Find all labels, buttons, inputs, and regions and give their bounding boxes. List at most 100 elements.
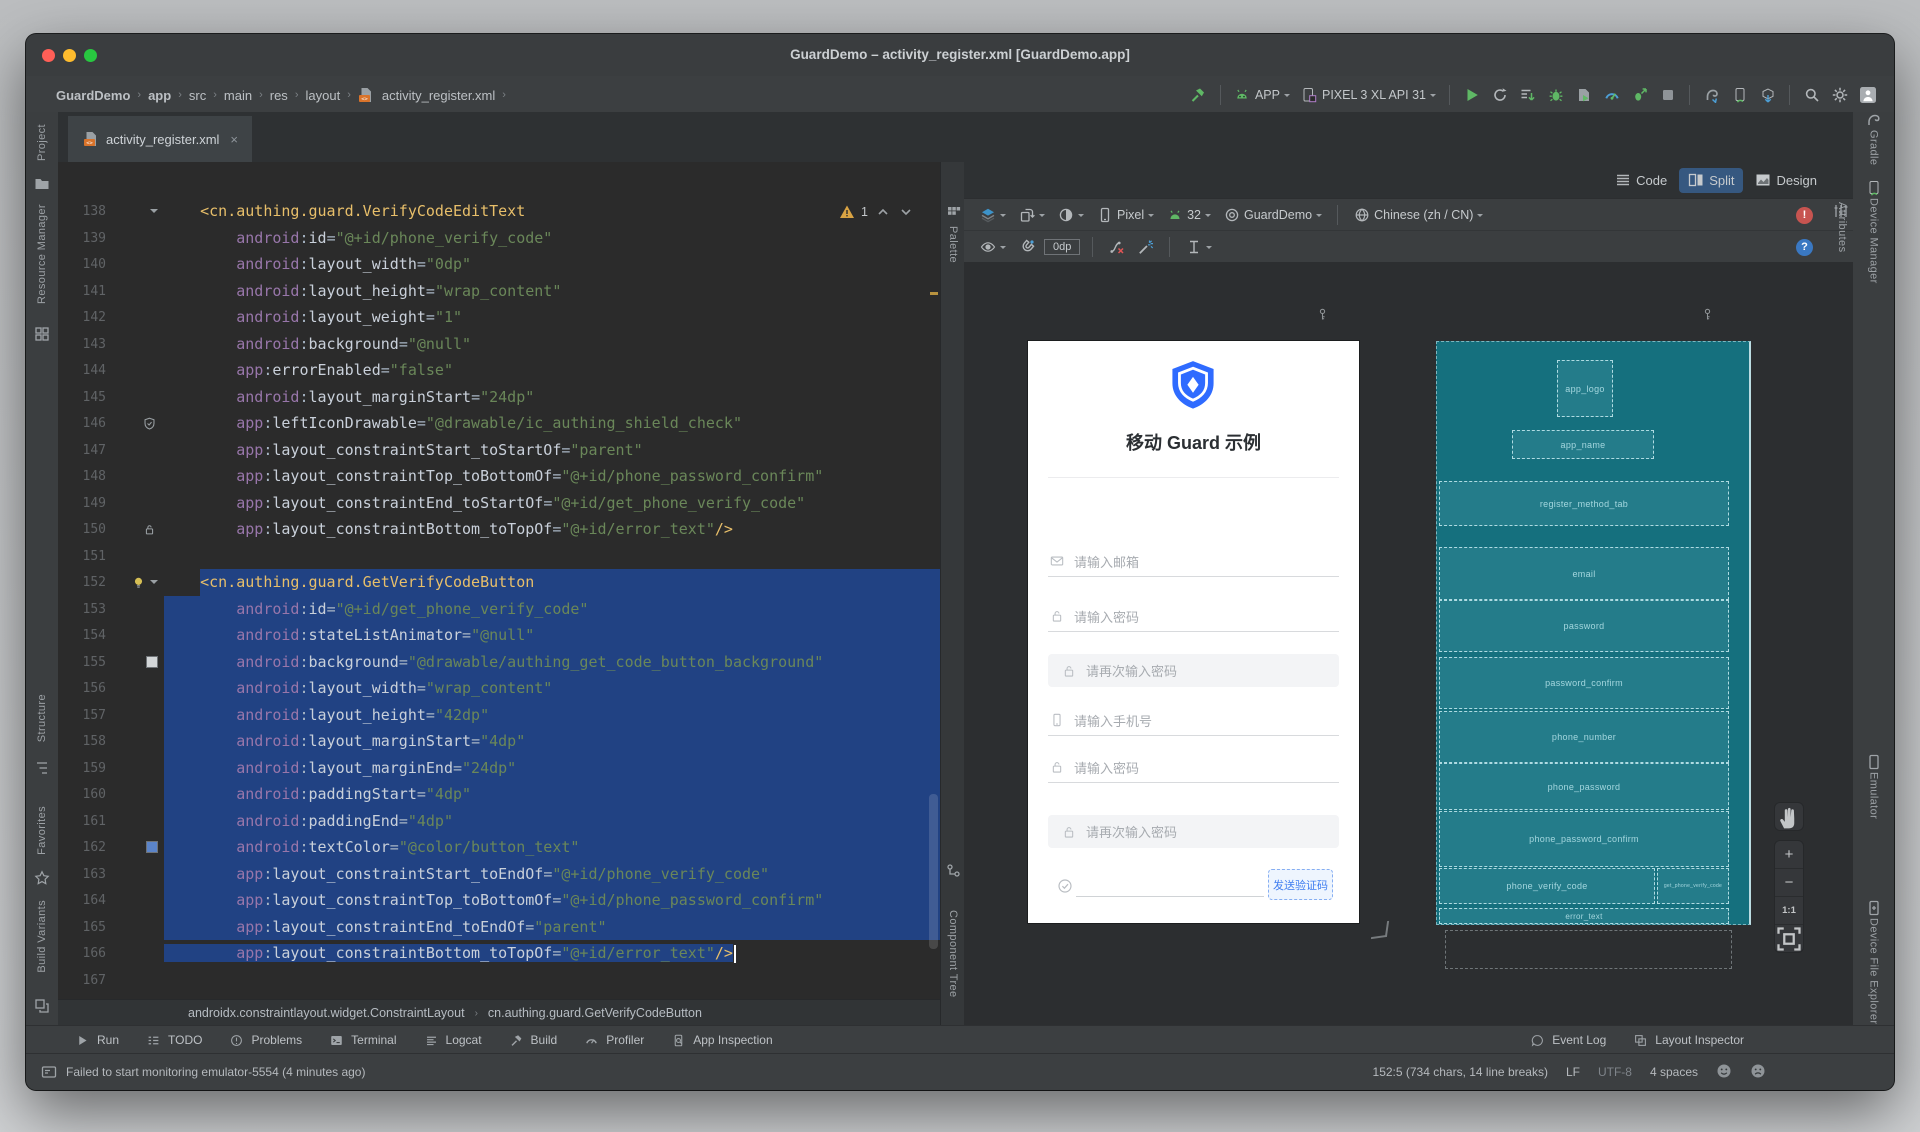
breadcrumb-file[interactable]: activity_register.xml [382, 88, 495, 103]
api-level-selector[interactable]: 32 [1163, 205, 1214, 226]
blueprint-view-error_text[interactable]: error_text [1439, 908, 1729, 924]
blueprint-view-register_method_tab[interactable]: register_method_tab [1439, 481, 1729, 526]
profile-avatar[interactable] [1855, 84, 1880, 107]
breadcrumb-item[interactable]: layout [305, 88, 340, 103]
pan-control[interactable] [1774, 802, 1804, 831]
palette-tab[interactable]: Palette [947, 226, 959, 263]
code-line[interactable]: 146 app:leftIconDrawable="@drawable/ic_a… [58, 410, 940, 437]
blueprint-view-phone_number[interactable]: phone_number [1439, 711, 1729, 763]
tool-window-logcat[interactable]: Logcat [423, 1032, 482, 1049]
code-line[interactable]: 163 app:layout_constraintStart_toEndOf="… [58, 861, 940, 888]
breadcrumb-item[interactable]: GuardDemo [56, 88, 130, 103]
code-line[interactable]: 153 android:id="@+id/get_phone_verify_co… [58, 596, 940, 623]
next-warning-icon[interactable] [897, 203, 914, 220]
blueprint-view-phone_password[interactable]: phone_password [1439, 763, 1729, 810]
code-line[interactable]: 155 android:background="@drawable/authin… [58, 649, 940, 676]
run-button[interactable] [1459, 84, 1484, 107]
breadcrumb-item[interactable]: res [270, 88, 288, 103]
code-line[interactable]: 167 [58, 967, 940, 994]
editor-scrollbar[interactable] [929, 794, 938, 949]
drawable-preview-swatch[interactable] [146, 656, 158, 668]
view-mode-design[interactable]: Design [1747, 168, 1825, 193]
tool-window-terminal[interactable]: Terminal [328, 1032, 396, 1049]
tool-window-todo[interactable]: TODO [145, 1032, 202, 1049]
component-tree-tab[interactable]: Component Tree [947, 910, 959, 998]
tool-window-app-inspection[interactable]: App Inspection [670, 1032, 772, 1049]
status-message[interactable]: Failed to start monitoring emulator-5554… [66, 1065, 365, 1079]
code-line[interactable]: 154 android:stateListAnimator="@null" [58, 622, 940, 649]
xml-breadcrumb-parent[interactable]: androidx.constraintlayout.widget.Constra… [188, 1006, 465, 1020]
blueprint-view-app_name[interactable]: app_name [1512, 430, 1654, 459]
code-line[interactable]: 140 android:layout_width="0dp" [58, 251, 940, 278]
code-line[interactable]: 162 android:textColor="@color/button_tex… [58, 834, 940, 861]
view-options-button[interactable] [976, 237, 1009, 258]
breadcrumb-item[interactable]: main [224, 88, 252, 103]
debug-button[interactable] [1543, 84, 1568, 107]
code-line[interactable]: 156 android:layout_width="wrap_content" [58, 675, 940, 702]
view-mode-split[interactable]: Split [1679, 168, 1742, 193]
warning-stripe-mark[interactable] [930, 292, 938, 295]
run-config-selector[interactable]: APP [1230, 84, 1294, 107]
code-line[interactable]: 149 app:layout_constraintEnd_toStartOf="… [58, 490, 940, 517]
code-line[interactable]: 152 <cn.authing.guard.GetVerifyCodeButto… [58, 569, 940, 596]
blueprint-view-get_phone_verify_code[interactable]: get_phone_verify_code [1657, 868, 1729, 904]
code-line[interactable]: 142 android:layout_weight="1" [58, 304, 940, 331]
blueprint-view-phone_verify_code[interactable]: phone_verify_code [1439, 868, 1655, 904]
sidebar-tab-resource-manager[interactable]: Resource Manager [36, 204, 48, 304]
line-ending-indicator[interactable]: LF [1566, 1065, 1580, 1079]
tool-window-problems[interactable]: Problems [228, 1032, 302, 1049]
design-canvas[interactable]: 移动 Guard 示例 请输入邮箱请输入密码请再次输入密码请输入手机号请输入密码… [964, 262, 1853, 1026]
blueprint-surface[interactable]: app_logoapp_nameregister_method_tabemail… [1436, 341, 1751, 925]
code-line[interactable]: 143 android:background="@null" [58, 331, 940, 358]
profiler-button[interactable] [1599, 84, 1624, 107]
caret-position[interactable]: 152:5 (734 chars, 14 line breaks) [1373, 1065, 1548, 1079]
sidebar-tab-build-variants[interactable]: Build Variants [36, 900, 48, 973]
orientation-selector[interactable] [1015, 205, 1048, 226]
zoom-out-button[interactable]: − [1775, 868, 1803, 896]
gradle-sync-button[interactable] [1699, 84, 1724, 107]
tool-window-event-log[interactable]: Event Log [1529, 1032, 1606, 1049]
sidebar-tab-device-file-explorer[interactable]: Device File Explorer [1868, 918, 1880, 1024]
blueprint-view-phone_password_confirm[interactable]: phone_password_confirm [1439, 811, 1729, 867]
code-line[interactable]: 148 app:layout_constraintTop_toBottomOf=… [58, 463, 940, 490]
sidebar-tab-device-manager[interactable]: Device Manager [1868, 198, 1880, 284]
apply-changes-button[interactable] [1515, 84, 1540, 107]
code-line[interactable]: 141 android:layout_height="wrap_content" [58, 278, 940, 305]
restart-button[interactable] [1487, 84, 1512, 107]
sad-feedback-icon[interactable] [1750, 1063, 1766, 1082]
code-editor[interactable]: 138 <cn.authing.guard.VerifyCodeEditText… [58, 162, 940, 1026]
build-button[interactable] [1186, 84, 1211, 107]
code-line[interactable]: 159 android:layout_marginEnd="24dp" [58, 755, 940, 782]
code-line[interactable]: 164 app:layout_constraintTop_toBottomOf=… [58, 887, 940, 914]
send-code-button[interactable]: 发送验证码 [1268, 869, 1333, 900]
inspections-widget[interactable]: 1 [834, 202, 918, 221]
infer-constraints-button[interactable] [1134, 237, 1157, 258]
blueprint-view-email[interactable]: email [1439, 547, 1729, 600]
close-tab-icon[interactable]: × [230, 132, 238, 147]
breadcrumb-item[interactable]: src [189, 88, 206, 103]
code-line[interactable]: 147 app:layout_constraintStart_toStartOf… [58, 437, 940, 464]
attach-debugger-button[interactable] [1571, 84, 1596, 107]
code-line[interactable]: 151 [58, 543, 940, 570]
color-preview-swatch[interactable] [146, 841, 158, 853]
fold-icon[interactable] [150, 209, 158, 217]
happy-feedback-icon[interactable] [1716, 1063, 1732, 1082]
sdk-manager-button[interactable] [1755, 84, 1780, 107]
default-margin-selector[interactable]: 0dp [1044, 239, 1080, 255]
zoom-to-fit-button[interactable] [1775, 924, 1803, 952]
settings-button[interactable] [1827, 84, 1852, 107]
code-line[interactable]: 160 android:paddingStart="4dp" [58, 781, 940, 808]
code-line[interactable]: 144 app:errorEnabled="false" [58, 357, 940, 384]
error-badge[interactable]: ! [1796, 207, 1813, 224]
device-selector[interactable]: PIXEL 3 XL API 31 [1297, 84, 1440, 107]
blueprint-view-password_confirm[interactable]: password_confirm [1439, 657, 1729, 709]
theme-selector[interactable]: GuardDemo [1220, 205, 1325, 226]
code-line[interactable]: 138 <cn.authing.guard.VerifyCodeEditText [58, 198, 940, 225]
clear-constraints-button[interactable] [1105, 237, 1128, 258]
code-line[interactable]: 166 app:layout_constraintBottom_toTopOf=… [58, 940, 940, 967]
profile-low-overhead-button[interactable] [1627, 84, 1652, 107]
indent-indicator[interactable]: 4 spaces [1650, 1065, 1698, 1079]
code-line[interactable]: 157 android:layout_height="42dp" [58, 702, 940, 729]
stop-button[interactable] [1655, 84, 1680, 107]
tool-window-run[interactable]: Run [74, 1032, 119, 1049]
